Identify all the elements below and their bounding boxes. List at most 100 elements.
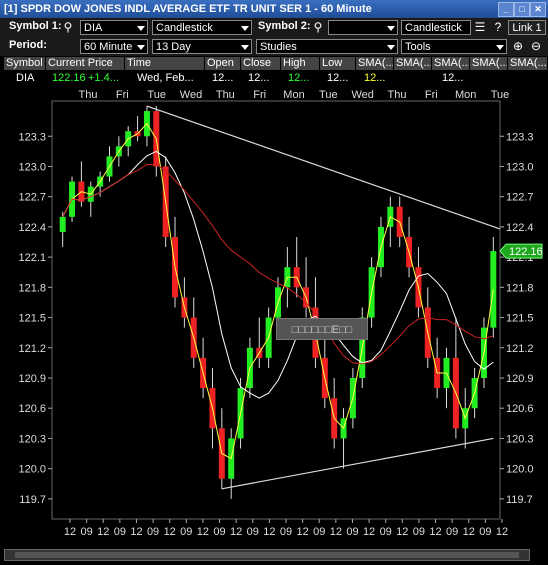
scrollbar-thumb[interactable] <box>15 552 519 558</box>
y-tick-label-left: 120.9 <box>18 373 46 385</box>
search-icon[interactable]: ⚲ <box>310 20 326 35</box>
symbol2-input[interactable] <box>328 20 398 35</box>
y-tick-label-right: 123.3 <box>506 131 534 143</box>
col-header[interactable]: Time <box>125 57 205 70</box>
x-hour-label: 12 <box>197 526 209 538</box>
x-hour-label: 12 <box>263 526 275 538</box>
chevron-down-icon <box>241 26 249 31</box>
maximize-icon[interactable]: □ <box>514 2 530 17</box>
col-header[interactable]: Close <box>241 57 281 70</box>
x-day-label: Wed <box>180 89 202 101</box>
chevron-down-icon <box>241 45 249 50</box>
x-hour-label: 12 <box>230 526 242 538</box>
col-header[interactable]: Low <box>320 57 356 70</box>
x-hour-label: 12 <box>429 526 441 538</box>
x-hour-label: 09 <box>114 526 126 538</box>
y-tick-label-left: 122.7 <box>18 192 46 204</box>
col-header[interactable]: High <box>281 57 320 70</box>
chevron-down-icon <box>137 45 145 50</box>
x-day-label: Fri <box>425 89 438 101</box>
last-price-label: 122.16 <box>509 246 543 258</box>
x-hour-label: 12 <box>64 526 76 538</box>
cell-sma1: 12... <box>364 72 386 84</box>
cell-change: +1.4... <box>88 72 119 84</box>
col-header[interactable]: SMA(... <box>432 57 470 70</box>
cell-sma2 <box>400 71 432 85</box>
help-icon[interactable]: ? <box>490 20 506 35</box>
chart-type-select[interactable]: Candlestick <box>152 20 252 35</box>
symbol2-label: Symbol 2: <box>258 20 311 32</box>
col-header[interactable]: SMA(... <box>394 57 432 70</box>
chart-area[interactable]: 123.3 123.3 123.0 123.0 122.7 122.7 122.4 122.4… <box>0 87 548 565</box>
col-header[interactable]: Current Price <box>46 57 125 70</box>
cell-symbol[interactable]: DIA <box>14 71 46 85</box>
x-hour-label: 09 <box>479 526 491 538</box>
close-icon[interactable]: ✕ <box>530 2 546 17</box>
y-tick-label-right: 122.4 <box>506 222 534 234</box>
period-label: Period: <box>9 39 47 51</box>
y-tick-label-right: 121.8 <box>506 282 534 294</box>
cell-high: 12... <box>288 72 310 84</box>
x-hour-label: 09 <box>380 526 392 538</box>
x-day-label: Tue <box>491 89 510 101</box>
cell-price: 122.16 <box>52 72 86 84</box>
cell-sma4 <box>476 71 508 85</box>
studies-select[interactable]: Studies <box>256 39 398 54</box>
x-hour-label: 12 <box>330 526 342 538</box>
link-button[interactable]: Link 1 <box>508 20 546 35</box>
x-hour-label: 12 <box>130 526 142 538</box>
cell-time: Wed, Feb... <box>137 72 194 84</box>
minimize-icon[interactable]: _ <box>498 2 514 17</box>
x-day-label: Fri <box>116 89 129 101</box>
range-value: 13 Day <box>156 41 191 53</box>
x-hour-label: 09 <box>413 526 425 538</box>
symbol1-input[interactable]: DIA <box>80 20 148 35</box>
col-header[interactable]: SMA(... <box>356 57 394 70</box>
symbol1-value: DIA <box>84 22 103 34</box>
search-icon[interactable]: ⚲ <box>60 20 76 35</box>
range-select[interactable]: 13 Day <box>152 39 252 54</box>
y-tick-label-right: 120.0 <box>506 464 534 476</box>
trend-line-upper <box>146 105 501 230</box>
col-header[interactable]: SMA(... <box>508 57 548 70</box>
interval-value: 60 Minute <box>84 41 133 53</box>
sma-mid-line <box>62 150 494 399</box>
x-hour-label: 09 <box>80 526 92 538</box>
x-hour-label: 09 <box>346 526 358 538</box>
x-day-label: Tue <box>319 89 338 101</box>
y-tick-label-left: 121.2 <box>18 343 46 355</box>
price-chart[interactable]: 123.3 123.3 123.0 123.0 122.7 122.7 122.4 122.4… <box>0 87 548 547</box>
x-hour-label: 09 <box>180 526 192 538</box>
x-hour-label: 09 <box>247 526 259 538</box>
col-header[interactable]: Symbol <box>4 57 46 70</box>
zoom-in-icon[interactable]: ⊕ <box>510 39 526 54</box>
y-tick-label-right: 123.0 <box>506 161 534 173</box>
x-day-label: Thu <box>79 89 98 101</box>
period-toolbar: Period: 60 Minute 13 Day Studies Tools ⊕… <box>0 37 548 56</box>
y-tick-label-left: 123.3 <box>18 131 46 143</box>
x-hour-label: 12 <box>496 526 508 538</box>
x-hour-label: 12 <box>396 526 408 538</box>
chart-type2-select[interactable]: Candlestick <box>401 20 471 35</box>
x-hour-label: 12 <box>363 526 375 538</box>
zoom-out-icon[interactable]: ⊖ <box>528 39 544 54</box>
x-day-label: Mon <box>455 89 476 101</box>
col-header[interactable]: SMA(... <box>470 57 508 70</box>
interval-select[interactable]: 60 Minute <box>80 39 148 54</box>
candle-body <box>490 251 497 328</box>
cell-open: 12... <box>212 72 234 84</box>
chart-scrollbar[interactable] <box>4 549 530 561</box>
menu-icon[interactable]: ☰ <box>472 20 488 35</box>
chart-type-value: Candlestick <box>156 22 213 34</box>
y-tick-label-left: 120.6 <box>18 403 46 415</box>
cell-low: 12... <box>327 72 349 84</box>
x-hour-label: 12 <box>164 526 176 538</box>
studies-value: Studies <box>260 41 297 53</box>
y-tick-label-right: 120.3 <box>506 433 534 445</box>
y-tick-label-left: 121.8 <box>18 282 46 294</box>
x-hour-label: 09 <box>446 526 458 538</box>
x-hour-label: 09 <box>280 526 292 538</box>
tools-select[interactable]: Tools <box>401 39 507 54</box>
col-header[interactable]: Open <box>205 57 241 70</box>
x-day-label: Thu <box>388 89 407 101</box>
